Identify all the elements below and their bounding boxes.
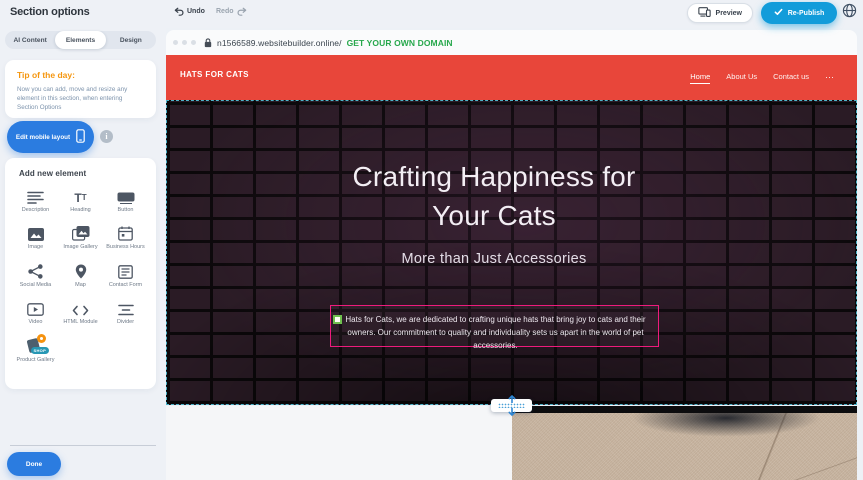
lock-icon	[204, 38, 212, 48]
next-section-cat-shadow-photo[interactable]	[512, 406, 857, 480]
element-image[interactable]: Image	[13, 223, 58, 251]
element-divider[interactable]: Divider	[103, 298, 148, 326]
check-icon	[774, 8, 783, 18]
site-url: n1566589.websitebuilder.online/	[217, 38, 342, 48]
sidebar-divider	[10, 445, 156, 446]
edit-mobile-layout-button[interactable]: Edit mobile layout	[7, 121, 94, 153]
preview-label: Preview	[716, 10, 742, 17]
html-module-icon	[72, 298, 89, 316]
tip-of-the-day-card: Tip of the day: Now you can add, move an…	[5, 60, 156, 118]
element-contact-form[interactable]: Contact Form	[103, 261, 148, 289]
add-element-title: Add new element	[19, 169, 148, 178]
info-icon[interactable]: i	[100, 130, 113, 143]
social-media-icon	[28, 261, 43, 279]
hero-paragraph: Hats for Cats, we are dedicated to craft…	[345, 315, 645, 350]
element-product-gallery[interactable]: SHOP Product Gallery	[13, 336, 58, 364]
selected-text-element[interactable]: Hats for Cats, we are dedicated to craft…	[330, 305, 659, 347]
tip-body: Now you can add, move and resize any ele…	[17, 85, 144, 112]
hero-heading[interactable]: Crafting Happiness for Your Cats	[329, 157, 659, 235]
hero-subheading[interactable]: More than Just Accessories	[167, 251, 821, 267]
new-feature-badge	[37, 334, 46, 343]
hero-section[interactable]: Crafting Happiness for Your Cats More th…	[166, 100, 857, 405]
section-resize-handle[interactable]	[491, 399, 532, 412]
element-map[interactable]: Map	[58, 261, 103, 289]
done-button[interactable]: Done	[7, 452, 61, 476]
tab-elements[interactable]: Elements	[55, 31, 105, 49]
site-logo[interactable]: HATS FOR CATS	[180, 70, 249, 79]
language-globe-button[interactable]	[841, 4, 858, 21]
button-icon	[117, 186, 135, 204]
edit-mobile-label: Edit mobile layout	[16, 134, 70, 141]
element-business-hours[interactable]: Business Hours	[103, 223, 148, 251]
redo-icon	[237, 7, 247, 16]
element-image-gallery[interactable]: Image Gallery	[58, 223, 103, 251]
description-icon	[27, 186, 44, 204]
selection-drag-handle[interactable]	[333, 315, 342, 324]
video-icon	[27, 298, 44, 316]
map-pin-icon	[75, 261, 87, 279]
element-video[interactable]: Video	[13, 298, 58, 326]
browser-window-dots	[173, 40, 196, 45]
republish-button[interactable]: Re-Publish	[761, 2, 837, 24]
page-title: Section options	[10, 6, 90, 18]
nav-more-icon[interactable]: ⋯	[825, 72, 835, 83]
element-description[interactable]: Description	[13, 186, 58, 214]
topbar: Section options Undo Redo Preview Re-Pub…	[0, 0, 863, 28]
nav-home[interactable]: Home	[690, 72, 710, 84]
redo-button[interactable]: Redo	[216, 7, 247, 16]
add-new-element-panel: Add new element Description TT Heading B…	[5, 158, 156, 389]
republish-label: Re-Publish	[788, 10, 825, 17]
element-heading[interactable]: TT Heading	[58, 186, 103, 214]
globe-icon	[842, 3, 857, 23]
image-gallery-icon	[72, 223, 90, 241]
sidebar-tabs: AI Content Elements Design	[5, 31, 156, 49]
website-builder-app: Section options Undo Redo Preview Re-Pub…	[0, 0, 863, 480]
tab-ai-content[interactable]: AI Content	[5, 31, 55, 49]
shop-badge: SHOP	[31, 347, 50, 354]
site-header[interactable]: HATS FOR CATS Home About Us Contact us ⋯	[166, 55, 857, 100]
get-own-domain-link[interactable]: GET YOUR OWN DOMAIN	[347, 38, 453, 48]
preview-button[interactable]: Preview	[687, 3, 753, 23]
hero-content: Crafting Happiness for Your Cats More th…	[167, 101, 821, 404]
undo-label: Undo	[187, 8, 205, 15]
nav-contact-us[interactable]: Contact us	[773, 72, 809, 84]
sidebar: AI Content Elements Design Tip of the da…	[0, 0, 166, 480]
arrow-down-icon	[508, 403, 516, 421]
nav-about-us[interactable]: About Us	[726, 72, 757, 84]
site-canvas: n1566589.websitebuilder.online/ GET YOUR…	[166, 28, 857, 480]
redo-label: Redo	[216, 8, 234, 15]
tab-design[interactable]: Design	[106, 31, 156, 49]
divider-icon	[118, 298, 134, 316]
preview-devices-icon	[698, 7, 711, 19]
browser-address-bar: n1566589.websitebuilder.online/ GET YOUR…	[166, 30, 857, 55]
heading-icon: TT	[74, 186, 86, 204]
element-button[interactable]: Button	[103, 186, 148, 214]
image-icon	[28, 223, 44, 241]
tip-title: Tip of the day:	[17, 70, 144, 80]
contact-form-icon	[118, 261, 133, 279]
product-gallery-icon: SHOP	[25, 336, 47, 354]
phone-icon	[76, 129, 85, 145]
undo-button[interactable]: Undo	[174, 7, 205, 16]
site-nav: Home About Us Contact us ⋯	[690, 55, 835, 100]
element-html-module[interactable]: HTML Module	[58, 298, 103, 326]
undo-icon	[174, 7, 184, 16]
element-grid: Description TT Heading Button Image Imag…	[13, 186, 148, 364]
element-social-media[interactable]: Social Media	[13, 261, 58, 289]
business-hours-icon	[118, 223, 133, 241]
